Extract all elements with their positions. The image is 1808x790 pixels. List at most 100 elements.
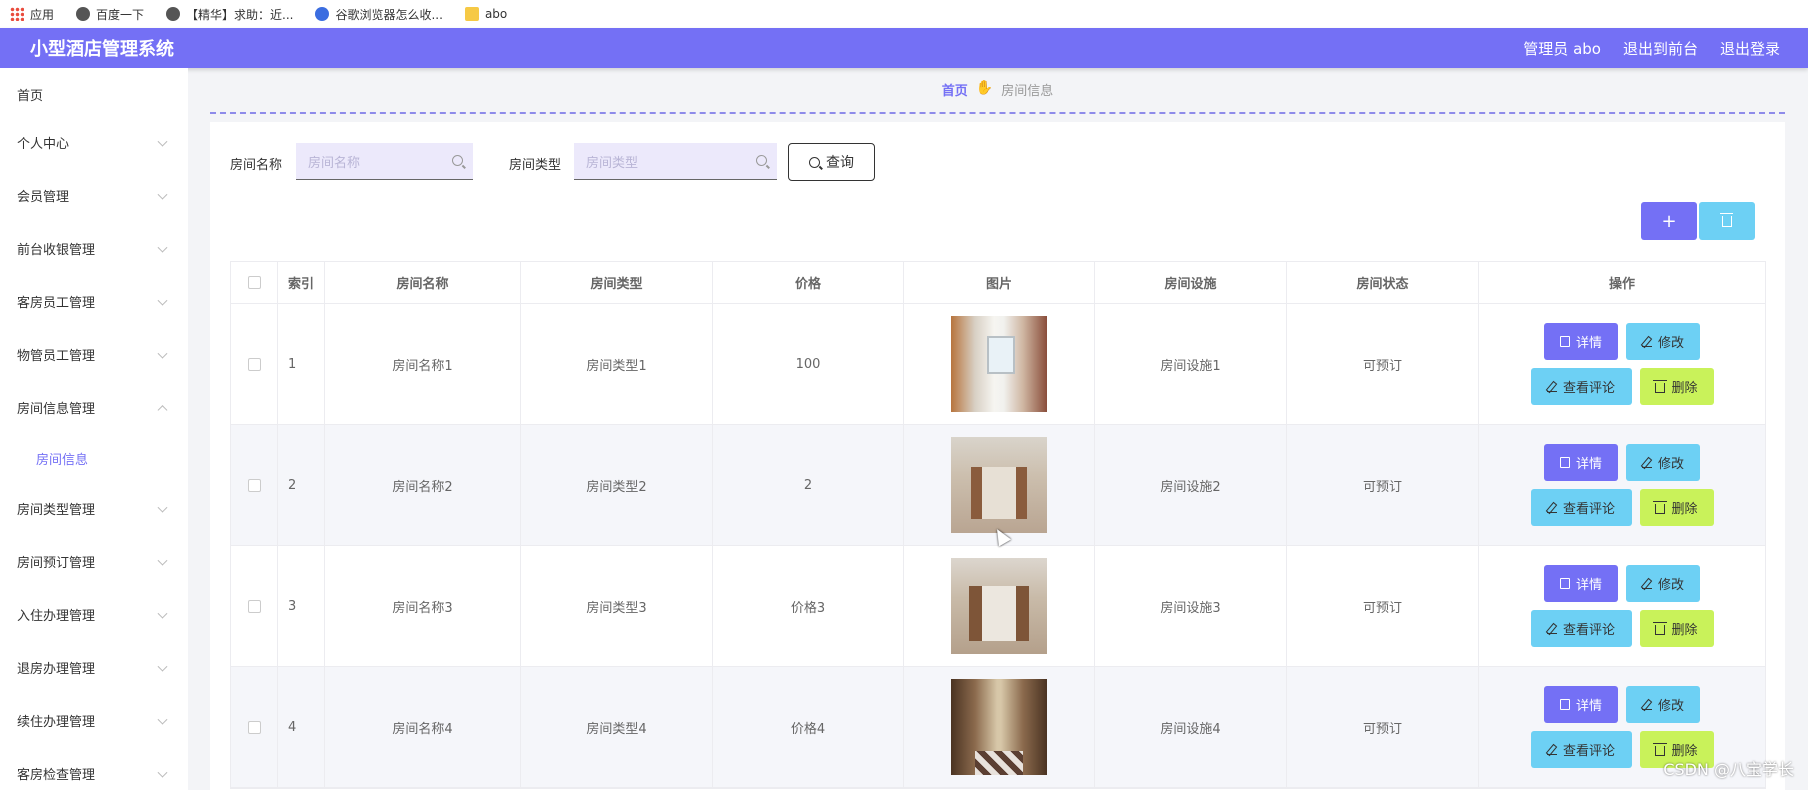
sidebar-item-checkin[interactable]: 入住办理管理 (0, 588, 188, 641)
pen-icon (1641, 457, 1652, 468)
room-photo[interactable] (951, 437, 1047, 533)
table-row: 4 房间名称4 房间类型4 价格4 房间设施4 可预订 详情 修改 查看评论 删… (231, 667, 1765, 788)
globe-icon (166, 7, 181, 21)
row-index: 3 (278, 546, 325, 666)
sidebar: 首页 个人中心 会员管理 前台收银管理 客房员工管理 物管员工管理 房间信息管理… (0, 68, 188, 790)
sidebar-item-property-staff[interactable]: 物管员工管理 (0, 328, 188, 381)
admin-label: 管理员 abo (1523, 39, 1601, 58)
bookmark-help[interactable]: 【精华】求助：近... (166, 6, 293, 23)
hand-icon: ✋ (975, 80, 994, 96)
add-button[interactable]: + (1641, 202, 1697, 240)
row-index: 1 (278, 304, 325, 424)
room-type-input[interactable]: 房间类型 (574, 143, 777, 180)
view-reviews-button[interactable]: 查看评论 (1530, 368, 1632, 405)
col-header-facility: 房间设施 (1095, 262, 1287, 303)
delete-button[interactable]: 删除 (1639, 489, 1714, 526)
row-facility: 房间设施4 (1095, 667, 1287, 787)
app-header: 小型酒店管理系统 管理员 abo 退出到前台 退出登录 (0, 28, 1808, 68)
row-room-name: 房间名称3 (325, 546, 521, 666)
room-name-label: 房间名称 (230, 158, 283, 173)
bookmark-apps[interactable]: 应用 (10, 6, 54, 23)
delete-button[interactable]: 删除 (1639, 368, 1714, 405)
edit-button[interactable]: 修改 (1626, 565, 1700, 602)
room-photo[interactable] (951, 679, 1047, 775)
search-icon (452, 155, 463, 166)
col-header-actions: 操作 (1608, 277, 1635, 292)
row-checkbox[interactable] (247, 720, 261, 734)
trash-icon (1653, 742, 1668, 756)
detail-button[interactable]: 详情 (1544, 444, 1618, 481)
sidebar-item-extend-stay[interactable]: 续住办理管理 (0, 694, 188, 747)
row-image-cell (904, 546, 1095, 666)
row-facility: 房间设施1 (1095, 304, 1287, 424)
sidebar-item-reservation[interactable]: 房间预订管理 (0, 535, 188, 588)
row-select-cell (231, 425, 278, 545)
sidebar-item-room-inspection[interactable]: 客房检查管理 (0, 747, 188, 790)
pen-icon (1641, 699, 1652, 710)
sidebar-item-personal-center[interactable]: 个人中心 (0, 116, 188, 169)
col-header-name: 房间名称 (325, 262, 521, 303)
sidebar-item-home[interactable]: 首页 (0, 68, 188, 116)
trash-icon (1653, 379, 1668, 393)
room-name-input[interactable]: 房间名称 (296, 143, 473, 180)
view-reviews-button[interactable]: 查看评论 (1530, 731, 1632, 768)
room-type-label: 房间类型 (509, 158, 562, 173)
detail-button[interactable]: 详情 (1544, 323, 1618, 360)
chevron-down-icon (157, 767, 168, 778)
delete-button[interactable]: 删除 (1639, 610, 1714, 647)
sidebar-subitem-room-info[interactable]: 房间信息 (0, 434, 188, 482)
view-reviews-button[interactable]: 查看评论 (1530, 610, 1632, 647)
chevron-down-icon (157, 608, 168, 619)
bookmark-chrome[interactable]: 谷歌浏览器怎么收... (315, 6, 443, 23)
logout-link[interactable]: 退出登录 (1720, 38, 1780, 59)
search-icon (756, 155, 767, 166)
pen-icon (1546, 381, 1557, 392)
row-price: 价格4 (713, 667, 904, 787)
view-reviews-button[interactable]: 查看评论 (1530, 489, 1632, 526)
sidebar-item-cashier[interactable]: 前台收银管理 (0, 222, 188, 275)
row-facility: 房间设施3 (1095, 546, 1287, 666)
apps-grid-icon (10, 7, 24, 21)
table-header-row: 索引 房间名称 房间类型 价格 图片 房间设施 房间状态 操作 (231, 262, 1765, 304)
row-index: 2 (278, 425, 325, 545)
document-icon (1559, 699, 1570, 710)
row-checkbox[interactable] (247, 599, 261, 613)
select-all-cell (231, 262, 278, 303)
chevron-down-icon (157, 661, 168, 672)
row-room-type: 房间类型1 (521, 304, 713, 424)
bookmark-abo[interactable]: abo (464, 7, 507, 21)
chevron-up-icon (157, 404, 168, 415)
content-panel: 房间名称 房间名称 房间类型 房间类型 查询 + 索引 房间名称 房间类型 价格… (210, 122, 1785, 790)
sidebar-item-checkout[interactable]: 退房办理管理 (0, 641, 188, 694)
col-header-price: 价格 (713, 262, 904, 303)
breadcrumb-current: 房间信息 (1001, 84, 1054, 99)
sidebar-item-housekeeping-staff[interactable]: 客房员工管理 (0, 275, 188, 328)
breadcrumb: 首页 ✋ 房间信息 (210, 80, 1785, 114)
room-photo[interactable] (951, 558, 1047, 654)
row-room-name: 房间名称4 (325, 667, 521, 787)
detail-button[interactable]: 详情 (1544, 565, 1618, 602)
edit-button[interactable]: 修改 (1626, 323, 1700, 360)
bookmark-baidu[interactable]: 百度一下 (76, 6, 144, 23)
sidebar-item-room-type[interactable]: 房间类型管理 (0, 482, 188, 535)
row-room-name: 房间名称1 (325, 304, 521, 424)
pen-icon (1546, 502, 1557, 513)
sidebar-item-room-info-mgmt[interactable]: 房间信息管理 (0, 381, 188, 434)
edit-button[interactable]: 修改 (1626, 444, 1700, 481)
select-all-checkbox[interactable] (247, 276, 261, 289)
row-checkbox[interactable] (247, 478, 261, 492)
edit-button[interactable]: 修改 (1626, 686, 1700, 723)
room-photo[interactable] (951, 316, 1047, 412)
row-checkbox[interactable] (247, 357, 261, 371)
exit-to-front-link[interactable]: 退出到前台 (1623, 38, 1698, 59)
row-price: 价格3 (713, 546, 904, 666)
detail-button[interactable]: 详情 (1544, 686, 1618, 723)
breadcrumb-home[interactable]: 首页 (942, 80, 968, 99)
pen-icon (1546, 623, 1557, 634)
row-price: 100 (713, 304, 904, 424)
row-room-type: 房间类型4 (521, 667, 713, 787)
batch-delete-button[interactable] (1699, 202, 1755, 240)
query-button[interactable]: 查询 (788, 143, 875, 181)
chevron-down-icon (157, 348, 168, 359)
sidebar-item-members[interactable]: 会员管理 (0, 169, 188, 222)
